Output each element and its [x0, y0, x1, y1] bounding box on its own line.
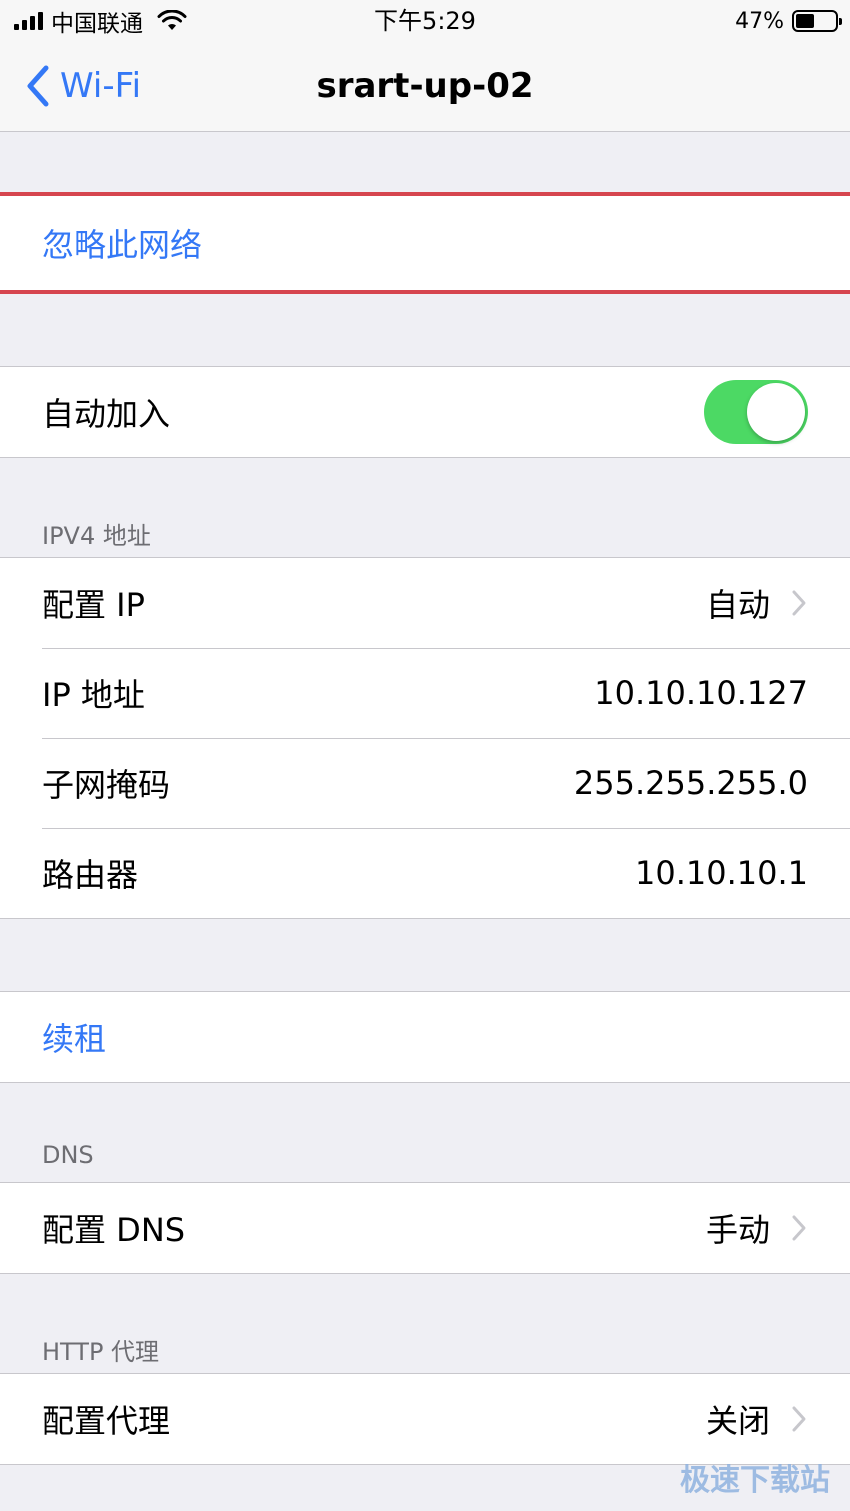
status-right: 47%	[735, 6, 842, 36]
proxy-section: 配置代理 关闭	[0, 1373, 850, 1465]
ip-address-label: IP 地址	[42, 676, 145, 714]
ip-address-value: 10.10.10.127	[594, 674, 808, 712]
configure-proxy-row[interactable]: 配置代理 关闭	[0, 1374, 850, 1464]
navigation-bar: Wi-Fi srart-up-02	[0, 44, 850, 132]
subnet-mask-row: 子网掩码 255.255.255.0	[0, 738, 850, 828]
chevron-right-icon	[792, 590, 806, 616]
watermark: 极速下载站	[680, 1463, 830, 1498]
ipv4-header: IPV4 地址	[42, 522, 151, 550]
renew-lease-button[interactable]: 续租	[0, 992, 850, 1082]
configure-dns-label: 配置 DNS	[42, 1211, 186, 1249]
forget-network-button[interactable]: 忽略此网络	[0, 192, 850, 294]
router-row: 路由器 10.10.10.1	[0, 828, 850, 918]
configure-proxy-detail: 关闭	[706, 1396, 808, 1442]
auto-join-section: 自动加入	[0, 366, 850, 458]
auto-join-toggle[interactable]	[704, 380, 808, 444]
auto-join-label: 自动加入	[42, 395, 171, 433]
http-proxy-header: HTTP 代理	[42, 1338, 160, 1366]
configure-proxy-value: 关闭	[705, 1402, 770, 1440]
dns-header: DNS	[42, 1141, 94, 1169]
chevron-right-icon	[792, 1406, 806, 1432]
status-bar: 中国联通 下午5:29 47%	[0, 0, 850, 44]
battery-percent: 47%	[735, 8, 784, 34]
configure-proxy-label: 配置代理	[42, 1402, 171, 1440]
configure-ip-detail: 自动	[706, 580, 808, 626]
configure-ip-row[interactable]: 配置 IP 自动	[0, 558, 850, 648]
ipv4-section: 配置 IP 自动 IP 地址 10.10.10.127 子网掩码 255.255…	[0, 557, 850, 919]
router-label: 路由器	[42, 856, 139, 894]
page-title: srart-up-02	[316, 66, 534, 106]
configure-ip-value: 自动	[705, 586, 770, 624]
battery-fill	[796, 14, 814, 28]
battery-icon	[792, 10, 842, 32]
renew-section: 续租	[0, 991, 850, 1083]
renew-lease-label: 续租	[42, 1020, 107, 1058]
status-time: 下午5:29	[374, 7, 476, 35]
ip-address-row: IP 地址 10.10.10.127	[0, 648, 850, 738]
chevron-right-icon	[792, 1215, 806, 1241]
dns-section: 配置 DNS 手动	[0, 1182, 850, 1274]
subnet-mask-value: 255.255.255.0	[573, 764, 808, 802]
forget-network-label: 忽略此网络	[42, 226, 203, 264]
toggle-knob	[747, 383, 805, 441]
configure-dns-detail: 手动	[706, 1205, 808, 1251]
auto-join-row: 自动加入	[0, 367, 850, 457]
configure-dns-row[interactable]: 配置 DNS 手动	[0, 1183, 850, 1273]
configure-ip-label: 配置 IP	[42, 586, 145, 624]
router-value: 10.10.10.1	[634, 854, 808, 892]
subnet-mask-label: 子网掩码	[42, 766, 171, 804]
configure-dns-value: 手动	[705, 1211, 770, 1249]
